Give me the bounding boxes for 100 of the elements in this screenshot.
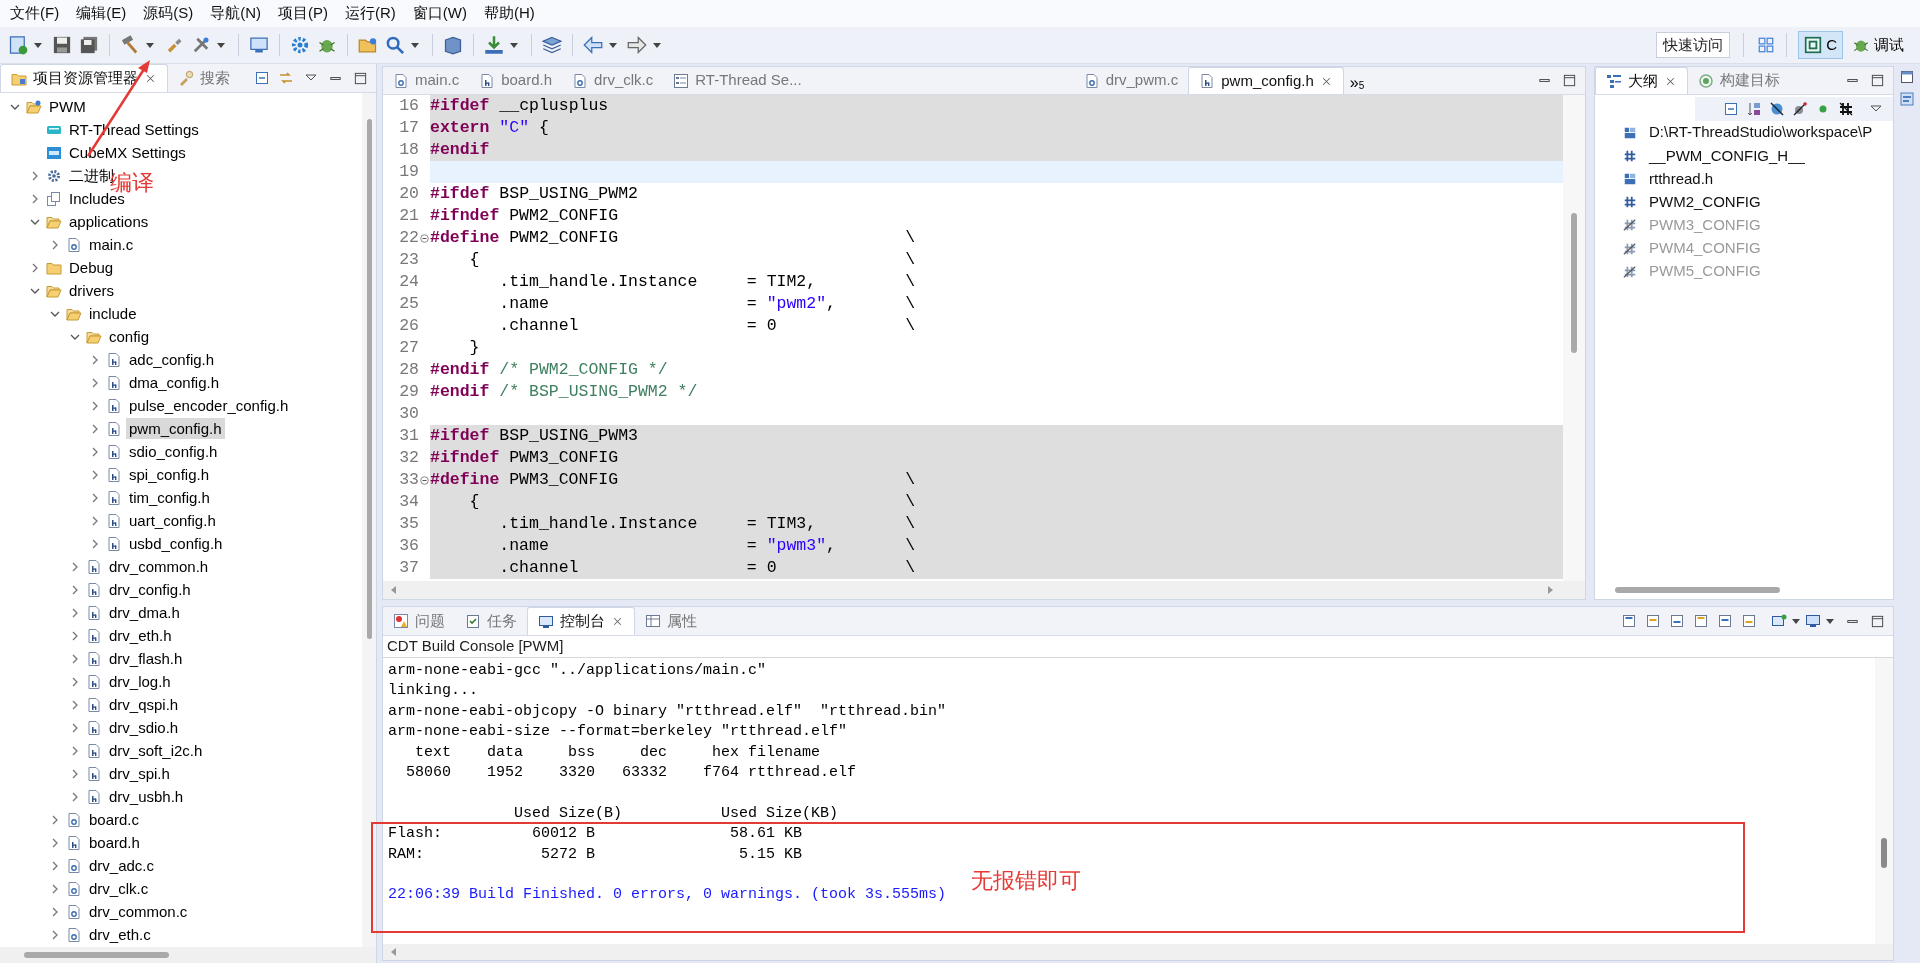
tree-item[interactable]: drv_clk.c — [86, 878, 152, 899]
save-all-icon[interactable] — [79, 35, 99, 55]
caret-icon[interactable] — [1791, 616, 1801, 626]
tree-item[interactable]: board.h — [86, 832, 143, 853]
tree-item[interactable]: Debug — [66, 257, 117, 278]
close-icon[interactable] — [144, 72, 157, 85]
tab[interactable]: RT-Thread Se... — [663, 67, 812, 94]
scroll-left-icon[interactable] — [389, 585, 399, 595]
hide-fields-icon[interactable] — [1769, 101, 1785, 117]
tree-item[interactable]: drv_flash.h — [106, 648, 186, 669]
new-console-icon[interactable] — [1771, 613, 1787, 629]
tree-item[interactable]: drv_eth.h — [106, 625, 175, 646]
open-console-icon[interactable] — [1741, 613, 1757, 629]
back-arrow-icon[interactable] — [583, 35, 603, 55]
caret-icon[interactable] — [145, 40, 155, 50]
tree-item[interactable]: drv_soft_i2c.h — [106, 740, 206, 761]
tree-item[interactable]: drv_usbh.h — [106, 786, 187, 807]
menu-item[interactable]: 窗口(W) — [404, 1, 475, 26]
scrollbar-thumb[interactable] — [1571, 213, 1577, 353]
tree-item[interactable]: pulse_encoder_config.h — [126, 395, 292, 416]
quick-access-field[interactable]: 快速访问 — [1656, 32, 1731, 58]
console-view-icon[interactable] — [1805, 613, 1821, 629]
pin-icon[interactable] — [1669, 613, 1685, 629]
tab[interactable]: main.c — [383, 67, 470, 94]
new-file-icon[interactable] — [8, 35, 28, 55]
more-tabs-button[interactable]: »5 — [1343, 70, 1371, 91]
download-icon[interactable] — [484, 35, 504, 55]
caret-icon[interactable] — [216, 40, 226, 50]
outline-item[interactable]: PWM2_CONFIG — [1649, 190, 1761, 214]
gear-icon[interactable] — [290, 35, 310, 55]
sort-icon[interactable] — [1746, 101, 1762, 117]
tree-item[interactable]: drv_eth.c — [86, 924, 154, 945]
display-icon[interactable] — [1717, 613, 1733, 629]
scrollbar-thumb[interactable] — [1881, 838, 1887, 868]
grid-icon[interactable] — [1757, 36, 1776, 54]
caret-icon[interactable] — [410, 40, 420, 50]
tab[interactable]: 属性 — [635, 607, 707, 635]
tree-item[interactable]: dma_config.h — [126, 372, 223, 393]
tree-item[interactable]: adc_config.h — [126, 349, 218, 370]
tree-item[interactable]: main.c — [86, 234, 137, 255]
menu-item[interactable]: 导航(N) — [202, 1, 269, 26]
scrollbar-thumb[interactable] — [24, 952, 169, 958]
tab[interactable]: board.h — [469, 67, 563, 94]
tree-item[interactable]: applications — [66, 211, 152, 232]
folder-open-icon[interactable] — [358, 35, 378, 55]
layers-icon[interactable] — [542, 35, 562, 55]
tree-item[interactable]: config — [106, 326, 153, 347]
clear-console-icon[interactable] — [1621, 613, 1637, 629]
tab[interactable]: pwm_config.h — [1188, 67, 1344, 94]
tree-item[interactable]: drv_common.h — [106, 556, 212, 577]
tree-item[interactable]: spi_config.h — [126, 464, 213, 485]
tree-item[interactable]: drv_spi.h — [106, 763, 173, 784]
close-icon[interactable] — [611, 615, 624, 628]
tree-item[interactable]: usbd_config.h — [126, 533, 226, 554]
maximize-icon[interactable] — [1562, 73, 1577, 88]
link-icon[interactable] — [278, 70, 294, 86]
hide-macros-icon[interactable] — [1838, 101, 1854, 117]
tree-item[interactable]: tim_config.h — [126, 487, 213, 508]
tree-item[interactable]: drv_qspi.h — [106, 694, 182, 715]
fold-toggle-icon[interactable] — [420, 233, 429, 243]
outline-item[interactable]: D:\RT-ThreadStudio\workspace\P — [1649, 121, 1873, 144]
menu-item[interactable]: 源码(S) — [135, 1, 202, 26]
tree-item[interactable]: board.c — [86, 809, 143, 830]
maximize-icon[interactable] — [1870, 613, 1885, 629]
scrollbar-thumb[interactable] — [366, 119, 372, 639]
scrollbar-thumb[interactable] — [1615, 587, 1780, 593]
outline-item[interactable]: rtthread.h — [1649, 167, 1714, 191]
tree-item[interactable]: CubeMX Settings — [66, 142, 189, 163]
fold-toggle-icon[interactable] — [420, 475, 429, 485]
menu-item[interactable]: 运行(R) — [337, 1, 404, 26]
maximize-icon[interactable] — [353, 70, 368, 86]
caret-icon[interactable] — [652, 40, 662, 50]
tree-item[interactable]: pwm_config.h — [126, 418, 225, 439]
menu-item[interactable]: 项目(P) — [270, 1, 336, 26]
hide-static-icon[interactable] — [1792, 101, 1808, 117]
tree-item[interactable]: drv_adc.c — [86, 855, 158, 876]
tab[interactable]: 搜索 — [168, 64, 240, 92]
perspective-button[interactable]: C — [1798, 31, 1843, 59]
tree-item[interactable]: PWM — [46, 96, 89, 117]
tree-item[interactable]: sdio_config.h — [126, 441, 221, 462]
tab[interactable]: 控制台 — [527, 607, 635, 635]
tab[interactable]: drv_clk.c — [562, 67, 664, 94]
tab[interactable]: 问题 — [383, 607, 455, 635]
tab[interactable]: 任务 — [455, 607, 527, 635]
caret-icon[interactable] — [1825, 616, 1835, 626]
save-icon[interactable] — [52, 35, 72, 55]
tab[interactable]: 项目资源管理器 — [0, 64, 168, 92]
menu-item[interactable]: 编辑(E) — [68, 1, 135, 26]
caret-icon[interactable] — [509, 40, 519, 50]
tab[interactable]: 大纲 — [1595, 67, 1688, 94]
scroll-lock-icon[interactable] — [1645, 613, 1661, 629]
collapse-all-icon[interactable] — [254, 70, 270, 86]
tree-item[interactable]: drv_dma.h — [106, 602, 183, 623]
word-wrap-icon[interactable] — [1693, 613, 1709, 629]
tree-item[interactable]: drv_log.h — [106, 671, 174, 692]
menu-item[interactable]: 文件(F) — [2, 1, 68, 26]
caret-icon[interactable] — [33, 40, 43, 50]
tab[interactable]: drv_pwm.c — [1073, 67, 1189, 94]
outline-view-icon[interactable] — [1900, 92, 1914, 106]
restore-icon[interactable] — [1900, 70, 1914, 84]
